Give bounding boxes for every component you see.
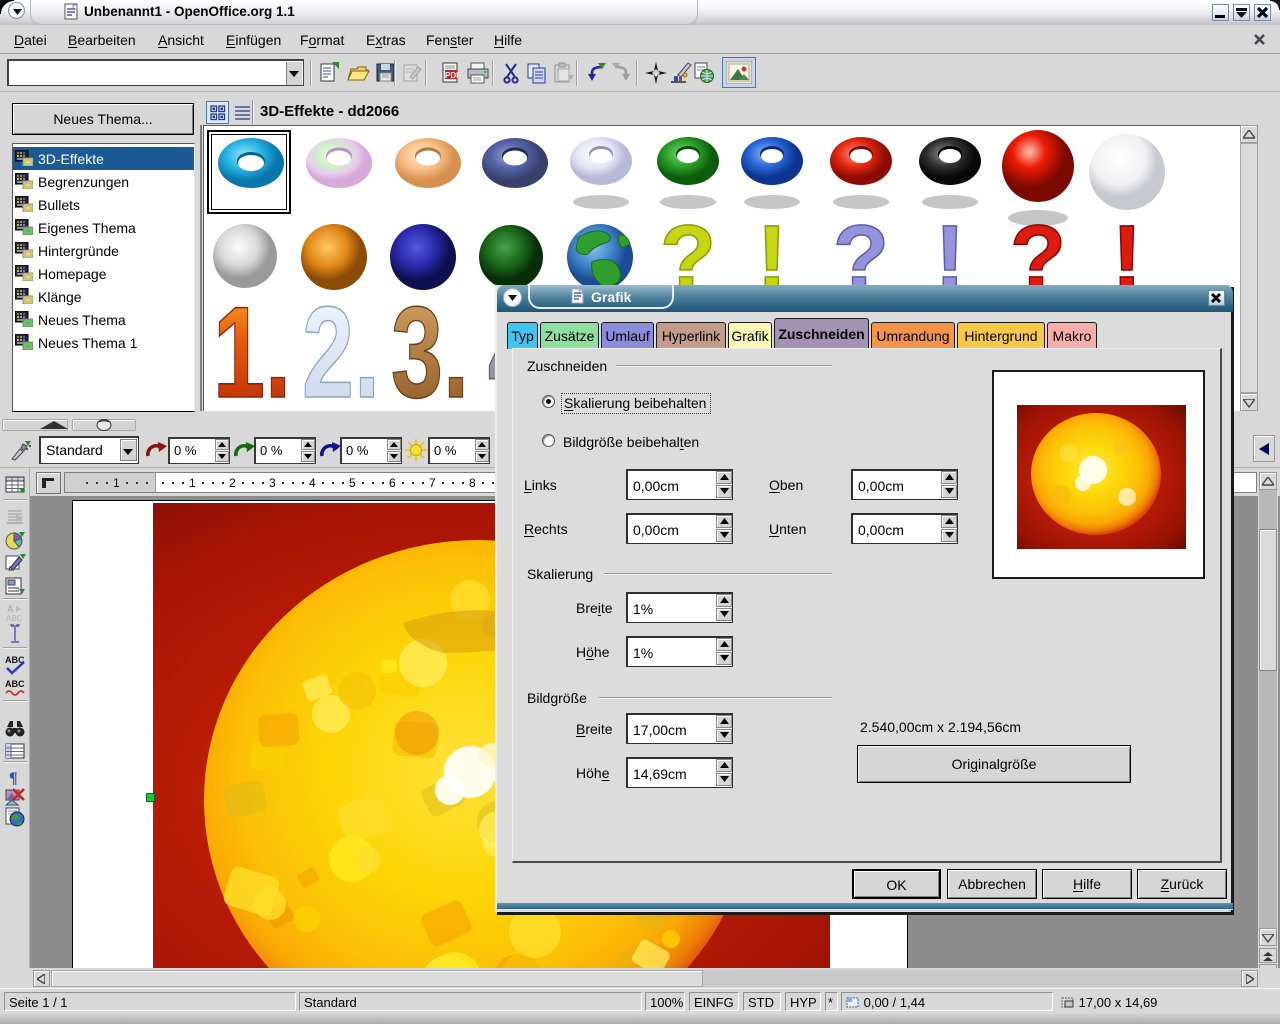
- svg-text:ABC: ABC: [6, 614, 23, 623]
- svg-text:ABC: ABC: [5, 679, 25, 689]
- svg-text:1.: 1.: [213, 280, 291, 411]
- svg-text:3.: 3.: [391, 280, 469, 411]
- svg-text:A: A: [7, 604, 14, 614]
- svg-text:2.: 2.: [302, 280, 380, 411]
- svg-text:PDF: PDF: [445, 71, 461, 80]
